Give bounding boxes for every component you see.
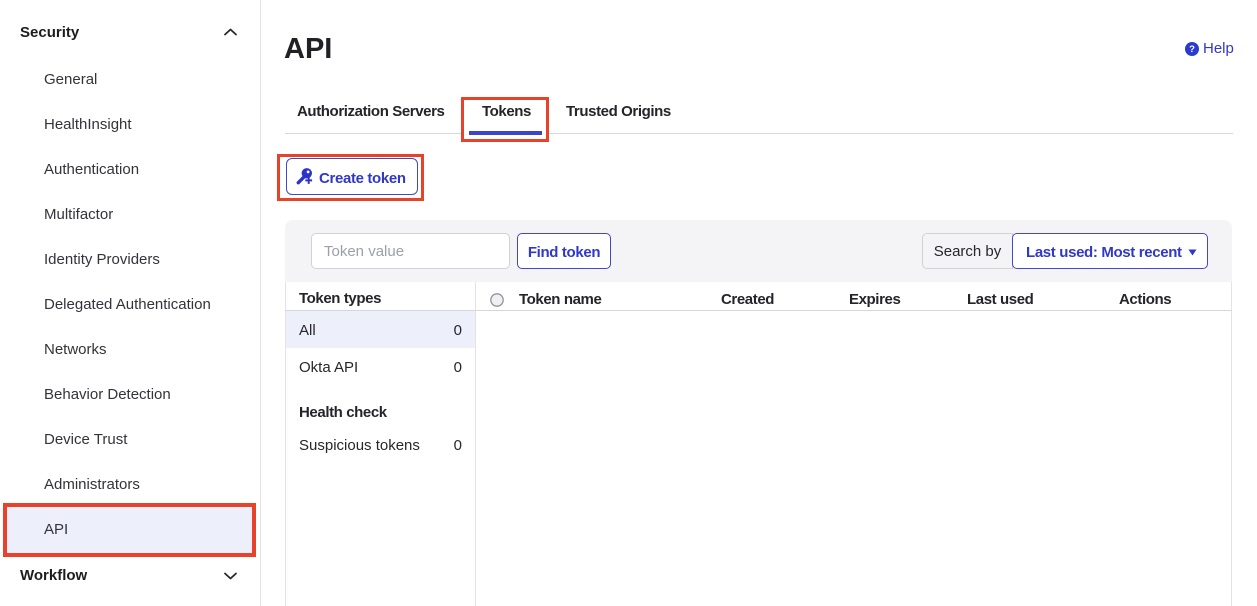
- svg-text:?: ?: [1189, 44, 1195, 55]
